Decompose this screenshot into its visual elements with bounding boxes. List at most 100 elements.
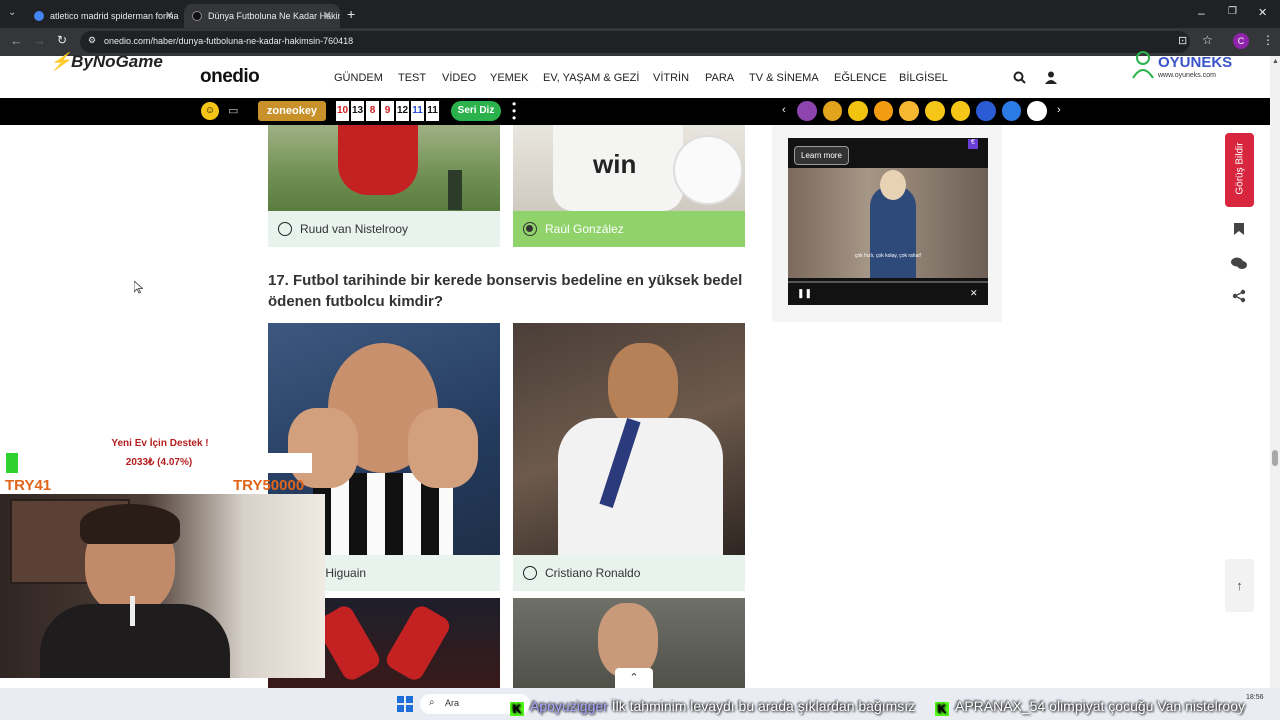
okey-tile: 11 bbox=[411, 101, 424, 121]
chat-message: olimpiyat çocuğu Van nistelrooy bbox=[1049, 698, 1245, 714]
pause-icon[interactable]: ❚❚ bbox=[797, 288, 812, 299]
reaction-icon[interactable] bbox=[976, 101, 996, 121]
learn-more-button[interactable]: Learn more bbox=[794, 146, 849, 165]
page-scrollbar[interactable]: ▲ bbox=[1270, 56, 1280, 688]
reaction-icon[interactable] bbox=[1001, 101, 1022, 121]
video-ad[interactable]: Learn more € çok hızlı, çok kolay, çok r… bbox=[788, 138, 988, 305]
radio-icon[interactable] bbox=[523, 566, 537, 580]
search-icon[interactable] bbox=[1013, 71, 1026, 84]
more-dots-icon[interactable]: • • • bbox=[512, 98, 516, 124]
nav-ev-yasam-gezi[interactable]: EV, YAŞAM & GEZİ bbox=[543, 72, 639, 84]
option-raul-selected[interactable]: Raúl González bbox=[513, 211, 745, 247]
donation-progress-track: 2033₺ (4.07%) bbox=[6, 453, 312, 473]
scrollbar-thumb[interactable] bbox=[1272, 450, 1278, 466]
search-icon: ⌕ bbox=[429, 697, 435, 708]
address-bar[interactable]: ⚙ onedio.com/haber/dunya-futboluna-ne-ka… bbox=[80, 31, 1190, 53]
streamer-webcam bbox=[0, 494, 325, 678]
ad-subtitle: çok hızlı, çok kolay, çok rahat! bbox=[854, 253, 922, 259]
player-face-shape bbox=[608, 343, 678, 428]
kick-icon: K bbox=[934, 702, 949, 716]
smiley-icon[interactable]: ☺ bbox=[201, 102, 219, 120]
reaction-icon[interactable] bbox=[797, 101, 817, 121]
close-window-icon[interactable]: ✕ bbox=[1258, 6, 1267, 19]
reaction-icon[interactable] bbox=[848, 101, 868, 121]
nav-bilgisel[interactable]: BİLGİSEL bbox=[899, 72, 948, 84]
forward-icon[interactable]: → bbox=[33, 33, 46, 48]
tab-1[interactable]: atletico madrid spiderman forma ✕ bbox=[26, 4, 182, 28]
carousel-prev-icon[interactable]: ‹ bbox=[782, 104, 786, 116]
chat-username: APRANAX_54 bbox=[954, 698, 1046, 714]
streamer-shirt-shape bbox=[40, 604, 230, 678]
minimize-icon[interactable]: – bbox=[1198, 6, 1205, 20]
nav-yemek[interactable]: YEMEK bbox=[490, 72, 529, 84]
share-icon[interactable] bbox=[1225, 282, 1253, 310]
restore-icon[interactable]: ❐ bbox=[1228, 6, 1237, 17]
scroll-to-top-button[interactable]: ↑ bbox=[1225, 559, 1254, 612]
ad-progress-track[interactable] bbox=[788, 281, 988, 283]
reaction-icon[interactable] bbox=[873, 101, 894, 121]
nav-para[interactable]: PARA bbox=[705, 72, 734, 84]
arm-shape bbox=[383, 602, 453, 684]
cigarette-shape bbox=[130, 596, 135, 626]
dk-icon[interactable] bbox=[1027, 101, 1047, 121]
google-favicon-icon bbox=[34, 11, 44, 21]
ad-choices-icon[interactable]: € bbox=[968, 139, 978, 149]
nav-test[interactable]: TEST bbox=[398, 72, 426, 84]
new-tab-icon[interactable]: + bbox=[347, 6, 355, 22]
scroll-collapse-icon[interactable]: ⌃ bbox=[615, 668, 653, 688]
oyuneks-text: OYUNEKS bbox=[1158, 54, 1233, 71]
nav-vitrin[interactable]: VİTRİN bbox=[653, 72, 689, 84]
tab-search-icon[interactable]: ⌄ bbox=[8, 7, 22, 21]
okey-tile: 10 bbox=[336, 101, 349, 121]
onedio-favicon-icon bbox=[192, 11, 202, 21]
close-tab-icon[interactable]: ✕ bbox=[323, 9, 332, 22]
site-info-icon[interactable]: ⚙ bbox=[88, 35, 96, 46]
bookmark-icon[interactable] bbox=[1225, 215, 1253, 243]
option-image-ronaldo[interactable] bbox=[513, 323, 745, 555]
option-image-nistelrooy[interactable] bbox=[268, 125, 500, 211]
tab-2-active[interactable]: Dünya Futboluna Ne Kadar Hakimsin ✕ bbox=[184, 4, 340, 28]
onedio-logo[interactable]: onedio bbox=[200, 66, 260, 88]
hand-shape bbox=[408, 408, 478, 488]
feedback-button[interactable]: Görüş Bildir bbox=[1225, 133, 1254, 207]
streamer-hair-shape bbox=[80, 504, 180, 544]
nav-gundem[interactable]: GÜNDEM bbox=[334, 72, 383, 84]
zoneokey-logo[interactable]: zoneokey bbox=[258, 101, 326, 121]
radio-selected-icon[interactable] bbox=[523, 222, 537, 236]
mute-icon[interactable]: ✕ bbox=[970, 288, 978, 299]
oyuneks-mascot-icon bbox=[1132, 51, 1154, 79]
smile-icon[interactable] bbox=[950, 101, 971, 121]
reload-icon[interactable]: ↻ bbox=[57, 33, 67, 47]
url-text[interactable]: onedio.com/haber/dunya-futboluna-ne-kada… bbox=[104, 36, 353, 46]
donation-max: TRY50000 bbox=[233, 477, 305, 494]
seri-diz-button[interactable]: Seri Diz bbox=[451, 101, 501, 121]
nav-tv-sinema[interactable]: TV & SİNEMA bbox=[749, 72, 819, 84]
heart-eyes-icon[interactable] bbox=[899, 101, 919, 121]
close-tab-icon[interactable]: ✕ bbox=[165, 9, 174, 22]
user-icon[interactable] bbox=[1045, 71, 1057, 84]
game-icon[interactable]: ▭ bbox=[228, 104, 238, 117]
nav-eglence[interactable]: EĞLENCE bbox=[834, 72, 887, 84]
kick-icon: K bbox=[510, 702, 524, 716]
radio-icon[interactable] bbox=[278, 222, 292, 236]
donation-min: TRY41 bbox=[5, 477, 52, 494]
menu-dots-icon[interactable]: ⋮ bbox=[1262, 33, 1274, 47]
oyuneks-overlay-logo: OYUNEKS www.oyuneks.com bbox=[1128, 36, 1248, 94]
sponsor-text-shape: win bbox=[593, 149, 637, 179]
scroll-up-icon[interactable]: ▲ bbox=[1272, 58, 1279, 65]
carousel-next-icon[interactable]: › bbox=[1057, 104, 1061, 116]
donation-goal-overlay: Yeni Ev İçin Destek ! 2033₺ (4.07%) TRY4… bbox=[0, 436, 320, 494]
nav-video[interactable]: VİDEO bbox=[442, 72, 476, 84]
chat-username: Apoyuzigger bbox=[530, 698, 608, 714]
option-ronaldo[interactable]: Cristiano Ronaldo bbox=[513, 555, 745, 591]
option-image-raul[interactable]: win bbox=[513, 125, 745, 211]
windows-start-icon[interactable] bbox=[397, 696, 413, 712]
sad-icon[interactable] bbox=[924, 101, 945, 121]
comments-icon[interactable] bbox=[1225, 249, 1253, 277]
bynogame-mark-icon: ⚡ bbox=[50, 52, 72, 71]
okey-tile: 11 bbox=[426, 101, 439, 121]
zone-okey-bar: ☺ ▭ zoneokey 10 13 8 9 12 11 11 Seri Diz… bbox=[0, 98, 1270, 125]
back-icon[interactable]: ← bbox=[10, 33, 23, 48]
reaction-icon[interactable] bbox=[822, 101, 843, 121]
option-nistelrooy[interactable]: Ruud van Nistelrooy bbox=[268, 211, 500, 247]
